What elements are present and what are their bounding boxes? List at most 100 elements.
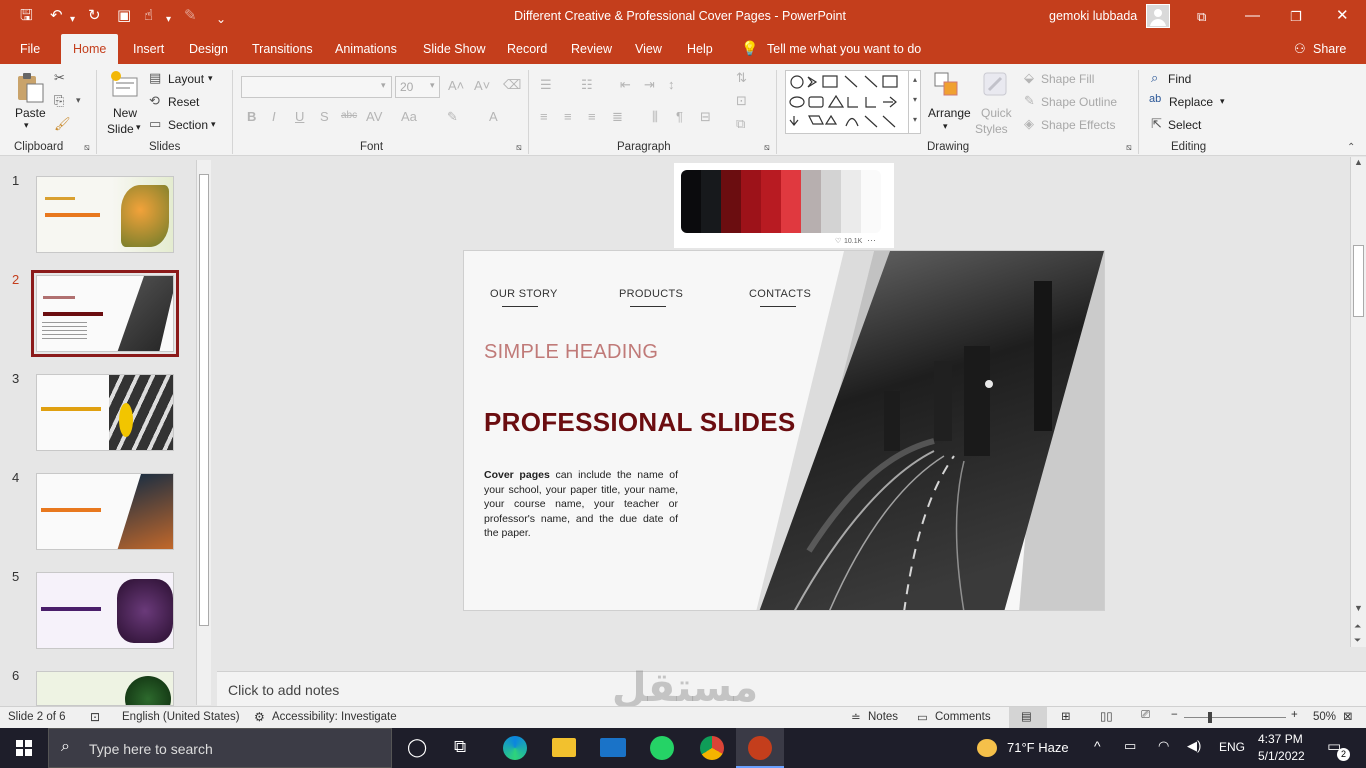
arrange-button[interactable]: Arrange — [928, 106, 971, 120]
weather-text[interactable]: 71°F Haze — [1007, 740, 1069, 755]
edge-icon[interactable] — [503, 736, 527, 760]
cut-icon[interactable]: ✂ — [54, 70, 65, 86]
notes-placeholder[interactable]: Click to add notes — [228, 682, 339, 698]
shapes-gallery[interactable] — [785, 70, 921, 134]
redo-icon[interactable]: ↻ — [88, 7, 101, 25]
layout-button[interactable]: Layout — [168, 72, 204, 86]
taskbar-search-placeholder[interactable]: Type here to search — [89, 741, 213, 757]
fit-slide-icon[interactable]: ⊠ — [1343, 709, 1353, 723]
select-icon[interactable]: ⇱ — [1151, 116, 1162, 132]
reset-button[interactable]: Reset — [168, 95, 199, 109]
chevron-down-icon[interactable]: ▾ — [208, 73, 213, 84]
chevron-down-icon[interactable]: ▾ — [430, 80, 435, 91]
text-direction-icon[interactable]: ¶ — [676, 109, 683, 124]
slide-title[interactable]: PROFESSIONAL SLIDES — [484, 407, 796, 438]
tab-insert[interactable]: Insert — [133, 42, 164, 56]
format-painter-icon[interactable]: 🖌 — [54, 116, 71, 132]
underline-icon[interactable]: U — [295, 109, 304, 124]
chevron-down-icon[interactable]: ▾ — [943, 121, 948, 132]
shape-effects-icon[interactable]: ◈ — [1024, 116, 1034, 132]
notes-icon[interactable]: ≐ — [851, 710, 861, 724]
zoom-level[interactable]: 50% — [1313, 711, 1336, 723]
task-view-icon[interactable]: ⧉ — [454, 737, 466, 757]
comments-icon[interactable]: ▭ — [917, 710, 928, 724]
replace-button[interactable]: Replace — [1169, 95, 1213, 109]
volume-icon[interactable]: ◀) — [1187, 738, 1201, 754]
decrease-font-icon[interactable]: A˅ — [474, 78, 490, 93]
new-slide-label[interactable]: New — [113, 106, 137, 120]
avatar[interactable] — [1146, 4, 1170, 28]
smartart-icon[interactable]: ⧉ — [736, 116, 745, 132]
dialog-launcher-icon[interactable]: ⧅ — [84, 142, 90, 153]
shape-outline-button[interactable]: Shape Outline — [1041, 95, 1117, 109]
tab-animations[interactable]: Animations — [335, 42, 397, 56]
chevron-down-icon[interactable]: ▾ — [166, 11, 171, 29]
thumbnails-scrollbar[interactable] — [196, 160, 211, 705]
notes-pane[interactable]: Click to add notes — [217, 671, 1366, 706]
slideshow-icon[interactable]: ⎚ — [1141, 709, 1150, 722]
chrome-icon[interactable] — [700, 736, 724, 760]
find-icon[interactable]: ⌕ — [1151, 70, 1158, 86]
chevron-down-icon[interactable]: ▾ — [1220, 96, 1225, 107]
strikethrough-icon[interactable]: abc — [341, 110, 357, 121]
align-text-icon[interactable]: ⊟ — [700, 109, 711, 125]
accessibility-status[interactable]: Accessibility: Investigate — [272, 711, 397, 723]
zoom-in-icon[interactable]: + — [1291, 709, 1298, 721]
dialog-launcher-icon[interactable]: ⧅ — [764, 142, 770, 153]
zoom-out-icon[interactable]: − — [1171, 709, 1178, 721]
dialog-launcher-icon[interactable]: ⧅ — [1126, 142, 1132, 153]
slide-thumbnail-5[interactable] — [36, 572, 174, 649]
slide-body[interactable]: Cover pages can include the name of your… — [484, 468, 678, 541]
slide-nav-item[interactable]: CONTACTS — [749, 288, 811, 300]
new-slide-icon[interactable] — [109, 70, 139, 104]
italic-icon[interactable]: I — [272, 109, 276, 124]
align-text-vertical-icon[interactable]: ⊡ — [736, 93, 747, 109]
increase-font-icon[interactable]: A˄ — [448, 78, 464, 93]
font-color-icon[interactable]: A — [489, 109, 498, 124]
slide-nav-item[interactable]: OUR STORY — [490, 288, 558, 300]
tab-home[interactable]: Home — [61, 34, 119, 64]
scroll-thumb[interactable] — [199, 174, 209, 626]
normal-view-button[interactable]: ▤ — [1009, 707, 1047, 728]
numbering-icon[interactable]: ☷ — [581, 77, 593, 93]
tab-view[interactable]: View — [635, 42, 662, 56]
shadow-icon[interactable]: S — [320, 109, 329, 124]
weather-icon[interactable] — [977, 739, 997, 757]
align-center-icon[interactable]: ≡ — [564, 109, 572, 124]
zoom-slider[interactable] — [1184, 717, 1286, 718]
slide-thumbnail-3[interactable] — [36, 374, 174, 451]
font-name-input[interactable] — [241, 76, 392, 98]
notes-toggle[interactable]: Notes — [868, 711, 898, 723]
clock-date[interactable]: 5/1/2022 — [1258, 749, 1305, 763]
ribbon-display-icon[interactable]: ⧉ — [1197, 8, 1206, 26]
section-button[interactable]: Section — [168, 118, 208, 132]
windows-start-icon[interactable] — [16, 740, 32, 756]
battery-icon[interactable]: ▭ — [1124, 738, 1136, 754]
bullets-icon[interactable]: ☰ — [540, 77, 552, 93]
increase-indent-icon[interactable]: ⇥ — [644, 77, 655, 93]
tab-slide-show[interactable]: Slide Show — [423, 42, 486, 56]
scroll-up-icon[interactable]: ▲ — [1354, 157, 1363, 167]
share-button[interactable]: Share — [1313, 42, 1346, 56]
customize-qat-icon[interactable]: ⌄ — [216, 10, 226, 28]
clock-time[interactable]: 4:37 PM — [1258, 732, 1303, 746]
slide-thumbnail-1[interactable] — [36, 176, 174, 253]
touch-mode-icon[interactable]: ☝ — [144, 7, 153, 25]
restore-icon[interactable]: ❐ — [1290, 8, 1302, 26]
file-explorer-icon[interactable] — [552, 738, 576, 757]
undo-icon[interactable]: ↶ — [50, 7, 63, 25]
paste-icon[interactable] — [15, 72, 45, 104]
mail-icon[interactable] — [600, 738, 626, 757]
section-icon[interactable]: ▭ — [149, 116, 161, 132]
minimize-icon[interactable]: — — [1245, 7, 1260, 25]
bold-icon[interactable]: B — [247, 109, 256, 124]
input-language[interactable]: ENG — [1219, 740, 1245, 754]
scroll-down-icon[interactable]: ▼ — [1354, 603, 1363, 613]
change-case-icon[interactable]: Aa — [401, 109, 417, 124]
next-slide-icon[interactable]: ⏷ — [1354, 635, 1361, 646]
language-indicator[interactable]: English (United States) — [122, 711, 240, 723]
shape-fill-icon[interactable]: ⬙ — [1024, 70, 1034, 86]
paste-button[interactable]: Paste — [15, 106, 46, 120]
collapse-ribbon-icon[interactable]: ⌃ — [1347, 142, 1355, 153]
clear-formatting-icon[interactable]: ⌫ — [503, 77, 521, 93]
